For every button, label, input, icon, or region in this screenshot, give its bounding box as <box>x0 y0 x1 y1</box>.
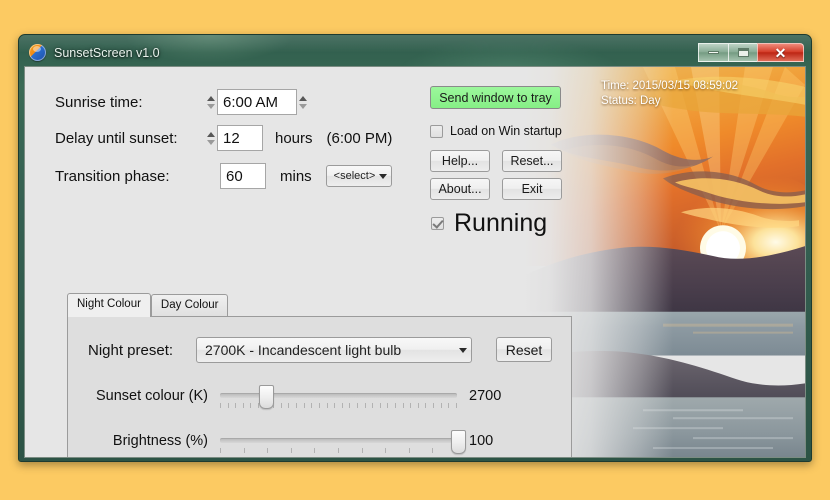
help-button[interactable]: Help... <box>430 150 490 172</box>
night-preset-label: Night preset: <box>88 342 174 359</box>
tab-day-colour[interactable]: Day Colour <box>150 294 229 316</box>
slider-ticks <box>220 448 457 454</box>
exit-label: Exit <box>521 182 543 196</box>
transition-phase-row: Transition phase: mins <select> <box>55 163 392 189</box>
brightness-slider[interactable] <box>220 428 466 454</box>
spinner-down-icon <box>207 139 215 145</box>
tab-night-colour-label: Night Colour <box>77 298 141 310</box>
sunrise-spinner-left[interactable] <box>205 95 217 109</box>
sunrise-time-input[interactable] <box>217 89 297 115</box>
load-on-startup-checkbox[interactable]: Load on Win startup <box>430 124 562 138</box>
transition-phase-label: Transition phase: <box>55 167 170 185</box>
preset-reset-button[interactable]: Reset <box>496 337 552 362</box>
window-controls: ✕ <box>698 43 804 62</box>
slider-track <box>220 438 457 443</box>
spinner-down-icon <box>207 103 215 109</box>
dialog-client-area: Time: 2015/03/15 08:59:02 Status: Day Su… <box>24 66 806 458</box>
checkbox-box <box>55 457 68 458</box>
title-bar[interactable]: SunsetScreen v1.0 ✕ <box>24 39 806 66</box>
spinner-up-icon <box>299 95 307 101</box>
hsb-sliders-checkbox[interactable]: HSB sliders (advanced) <box>55 457 196 458</box>
spinner-up-icon <box>207 95 215 101</box>
slider-track <box>220 393 457 398</box>
exit-button[interactable]: Exit <box>502 178 562 200</box>
brightness-slider-label: Brightness (%) <box>112 433 208 449</box>
minimize-icon <box>708 51 719 54</box>
minimize-button[interactable] <box>698 43 728 62</box>
transition-minutes-input[interactable] <box>220 163 266 189</box>
spinner-up-icon <box>207 131 215 137</box>
sunset-colour-value: 2700 <box>469 388 502 404</box>
transition-preset-select[interactable]: <select> <box>325 165 392 187</box>
checkbox-box <box>431 217 444 230</box>
chevron-down-icon <box>459 347 467 353</box>
load-on-startup-label: Load on Win startup <box>450 124 562 138</box>
running-checkbox[interactable]: Running <box>431 209 547 238</box>
delay-spinner[interactable] <box>205 131 217 145</box>
preset-reset-label: Reset <box>505 341 543 358</box>
slider-thumb[interactable] <box>259 385 275 409</box>
reset-settings-button[interactable]: Reset... <box>502 150 562 172</box>
sunrise-time-label: Sunrise time: <box>55 93 143 111</box>
sunrise-spinner-right[interactable] <box>297 95 309 109</box>
brightness-value: 100 <box>469 433 494 449</box>
maximize-icon <box>737 48 749 57</box>
hsb-sliders-label: HSB sliders (advanced) <box>75 458 196 459</box>
status-time: Time: 2015/03/15 08:59:02 <box>601 80 739 92</box>
night-colour-panel: Night preset: 2700K - Incandescent light… <box>67 316 572 457</box>
about-label: About... <box>438 182 482 196</box>
computed-sunset-time: (6:00 PM) <box>326 129 393 147</box>
colour-tab-strip: Night Colour Day Colour <box>67 293 229 317</box>
sunrise-time-row: Sunrise time: <box>55 89 309 115</box>
spinner-down-icon <box>299 103 307 109</box>
application-window: SunsetScreen v1.0 ✕ Time: 2015/03/15 08:… <box>18 34 812 462</box>
close-button[interactable]: ✕ <box>757 43 804 62</box>
help-label: Help... <box>441 154 479 168</box>
delay-label: Delay until sunset: <box>55 129 178 147</box>
reset-settings-label: Reset... <box>510 154 554 168</box>
maximize-button[interactable] <box>728 43 758 62</box>
running-label: Running <box>454 209 548 237</box>
sunset-colour-slider-label: Sunset colour (K) <box>95 388 208 404</box>
night-preset-value: 2700K - Incandescent light bulb <box>205 342 402 358</box>
chevron-down-icon <box>378 173 387 179</box>
night-preset-select[interactable]: 2700K - Incandescent light bulb <box>196 337 472 363</box>
slider-ticks <box>220 403 457 409</box>
delay-unit-label: hours <box>275 129 313 147</box>
delay-hours-input[interactable] <box>217 125 263 151</box>
status-overlay: Time: 2015/03/15 08:59:02 Status: Day <box>601 79 738 109</box>
send-window-to-tray-button[interactable]: Send window to tray <box>430 86 561 109</box>
checkbox-box <box>430 124 443 138</box>
slider-thumb[interactable] <box>451 430 466 454</box>
sunset-app-icon <box>29 44 46 61</box>
about-button[interactable]: About... <box>430 178 490 200</box>
transition-unit-label: mins <box>280 167 312 185</box>
delay-until-sunset-row: Delay until sunset: hours (6:00 PM) <box>55 125 392 151</box>
sunset-colour-slider[interactable] <box>220 383 457 409</box>
window-title: SunsetScreen v1.0 <box>54 45 160 60</box>
tab-day-colour-label: Day Colour <box>160 299 219 311</box>
tab-night-colour[interactable]: Night Colour <box>67 293 151 317</box>
status-state: Status: Day <box>601 95 661 107</box>
transition-preset-value: <select> <box>333 170 376 182</box>
close-icon: ✕ <box>774 44 787 61</box>
send-to-tray-label: Send window to tray <box>439 90 552 105</box>
